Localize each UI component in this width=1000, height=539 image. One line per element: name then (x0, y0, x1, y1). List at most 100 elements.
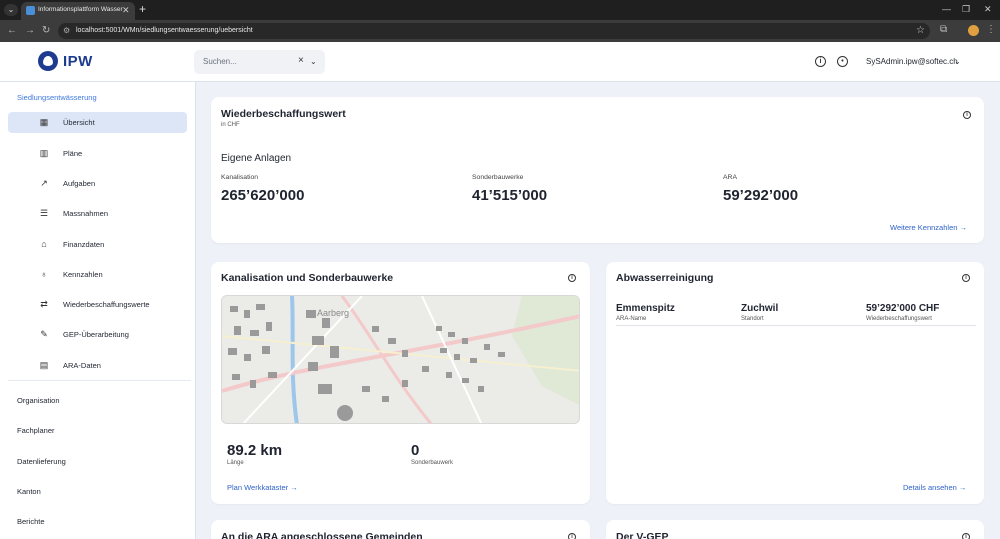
sidebar-item-aufgaben[interactable]: ↗ Aufgaben (8, 173, 187, 194)
ipw-logo-icon[interactable] (38, 51, 58, 71)
sidebar-group-fachplaner[interactable]: Fachplaner (17, 426, 55, 435)
kpi-value: 89.2 km (227, 442, 283, 459)
wbw-label: Wiederbeschaffungswert (866, 316, 932, 322)
kpi-label: ARA (723, 174, 737, 181)
abwasserreinigung-card: Abwasserreinigung i Emmenspitz ARA-Name … (606, 262, 984, 504)
info-icon[interactable]: i (962, 533, 970, 539)
tab-search-chevron-icon[interactable]: ⌄ (4, 4, 18, 16)
info-icon[interactable]: i (963, 111, 971, 119)
user-icon[interactable]: • (837, 56, 848, 67)
browser-tab-bar: ⌄ Informationsplattform Wasser ✕ + — ❐ ✕ (0, 0, 1000, 20)
wbw-value: 59’292’000 CHF (866, 303, 940, 314)
link-label: Details ansehen (903, 483, 957, 492)
ara-name-label: ARA-Name (616, 316, 647, 322)
piggy-bank-icon: ♁ (40, 269, 48, 279)
person-edit-icon: ✎ (40, 329, 48, 339)
card-title: Kanalisation und Sonderbauwerke (221, 272, 394, 284)
kpi-label: Kanalisation (221, 174, 259, 181)
kpi-value: 41’515’000 (472, 187, 548, 204)
sidebar-item-plaene[interactable]: ▥ Pläne (8, 143, 187, 164)
swap-icon: ⇄ (40, 299, 48, 309)
sidebar-item-wiederbeschaffungswerte[interactable]: ⇄ Wiederbeschaffungswerte (8, 294, 187, 315)
clear-icon[interactable]: × (298, 55, 304, 66)
details-ansehen-link[interactable]: Details ansehen → (903, 483, 966, 492)
tab-close-icon[interactable]: ✕ (122, 5, 130, 16)
browser-tab[interactable]: Informationsplattform Wasser ✕ (21, 2, 135, 20)
bank-icon: ⌂ (41, 239, 47, 249)
map-view[interactable]: Aarberg (221, 295, 580, 424)
sidebar-item-gep-ueberarbeitung[interactable]: ✎ GEP-Überarbeitung (8, 324, 187, 345)
sidebar-section-title[interactable]: Siedlungsentwässerung (17, 93, 97, 102)
table-icon: ▤ (39, 360, 49, 370)
kanalisation-card: Kanalisation und Sonderbauwerke i Aarber… (211, 262, 590, 504)
card-title: Wiederbeschaffungswert (221, 108, 346, 120)
section-heading: Eigene Anlagen (221, 153, 292, 164)
new-tab-icon[interactable]: + (139, 2, 146, 16)
sidebar-item-ara-daten[interactable]: ▤ ARA-Daten (8, 355, 187, 376)
sidebar-item-label: Pläne (63, 149, 83, 158)
link-label: Plan Werkkataster (227, 483, 289, 492)
minimize-icon[interactable]: — (942, 4, 951, 14)
sidebar-group-kanton[interactable]: Kanton (17, 487, 41, 496)
sidebar-item-finanzdaten[interactable]: ⌂ Finanzdaten (8, 234, 187, 255)
info-icon[interactable]: i (815, 56, 826, 67)
back-icon[interactable]: ← (7, 25, 17, 36)
kpi-value: 59’292’000 (723, 187, 799, 204)
info-icon[interactable]: i (568, 533, 576, 539)
sidebar-item-label: Wiederbeschaffungswerte (63, 300, 150, 309)
sidebar-group-datenlieferung[interactable]: Datenlieferung (17, 457, 66, 466)
map-icon: ▥ (39, 148, 49, 158)
sidebar-item-uebersicht[interactable]: ▦ Übersicht (8, 112, 187, 133)
sidebar-item-label: Aufgaben (63, 179, 96, 188)
logo-text[interactable]: IPW (63, 53, 93, 70)
sidebar-item-label: Massnahmen (63, 209, 109, 218)
card-title: Abwasserreinigung (616, 272, 714, 284)
standort-value: Zuchwil (741, 303, 779, 314)
arrow-right-icon: → (290, 483, 298, 492)
extensions-icon[interactable]: ⧉ (940, 24, 947, 35)
v-gep-card: Der V-GEP i (606, 520, 984, 539)
sidebar-divider (8, 380, 191, 381)
sidebar-group-berichte[interactable]: Berichte (17, 517, 45, 526)
sidebar-group-organisation[interactable]: Organisation (17, 396, 60, 405)
card-title: An die ARA angeschlossene Gemeinden (221, 531, 423, 539)
plan-werkkataster-link[interactable]: Plan Werkkataster → (227, 483, 298, 492)
reload-icon[interactable]: ↻ (42, 25, 50, 36)
wbw-card: Wiederbeschaffungswert in CHF i Eigene A… (211, 97, 984, 243)
site-info-icon[interactable]: ⚙ (63, 26, 70, 35)
dashboard-icon: ▦ (39, 117, 49, 127)
browser-address-bar: ← → ↻ ⚙ localhost:5001/WMn/siedlungsentw… (0, 20, 1000, 42)
bookmark-star-icon[interactable]: ☆ (916, 25, 925, 36)
url-text[interactable]: localhost:5001/WMn/siedlungsentwaesserun… (76, 27, 253, 34)
tab-title: Informationsplattform Wasser (38, 6, 123, 13)
search-placeholder: Suchen... (203, 57, 237, 66)
forward-icon[interactable]: → (25, 25, 35, 36)
divider (616, 325, 976, 326)
card-subtitle: in CHF (221, 122, 240, 128)
chevron-down-icon[interactable]: ⌄ (310, 57, 317, 66)
user-chevron-down-icon[interactable]: ⌄ (954, 57, 961, 66)
sidebar-item-kennzahlen[interactable]: ♁ Kennzahlen (8, 264, 187, 285)
close-window-icon[interactable]: ✕ (984, 4, 992, 15)
standort-label: Standort (741, 316, 764, 322)
sidebar: Siedlungsentwässerung ▦ Übersicht ▥ Plän… (0, 82, 196, 539)
user-menu[interactable]: SySAdmin.ipw@softec.ch (866, 57, 958, 66)
sidebar-item-label: GEP-Überarbeitung (63, 330, 129, 339)
card-title: Der V-GEP (616, 531, 669, 539)
sidebar-item-label: ARA-Daten (63, 361, 101, 370)
browser-menu-icon[interactable]: ⋮ (986, 24, 996, 35)
info-icon[interactable]: i (962, 274, 970, 282)
search-input[interactable]: Suchen... × ⌄ (194, 50, 325, 74)
kpi-value: 0 (411, 442, 420, 459)
favicon-icon (26, 6, 35, 15)
map-graphic: Aarberg (222, 296, 579, 423)
maximize-icon[interactable]: ❐ (962, 4, 970, 15)
ara-name-value: Emmenspitz (616, 303, 675, 314)
arrow-right-icon: → (958, 483, 967, 492)
kpi-label: Länge (227, 460, 244, 466)
sidebar-item-massnahmen[interactable]: ☰ Massnahmen (8, 203, 187, 224)
url-field[interactable]: ⚙ localhost:5001/WMn/siedlungsentwaesser… (58, 23, 930, 39)
weitere-kennzahlen-link[interactable]: Weitere Kennzahlen → (890, 223, 967, 232)
info-icon[interactable]: i (568, 274, 576, 282)
profile-avatar[interactable] (968, 25, 979, 36)
